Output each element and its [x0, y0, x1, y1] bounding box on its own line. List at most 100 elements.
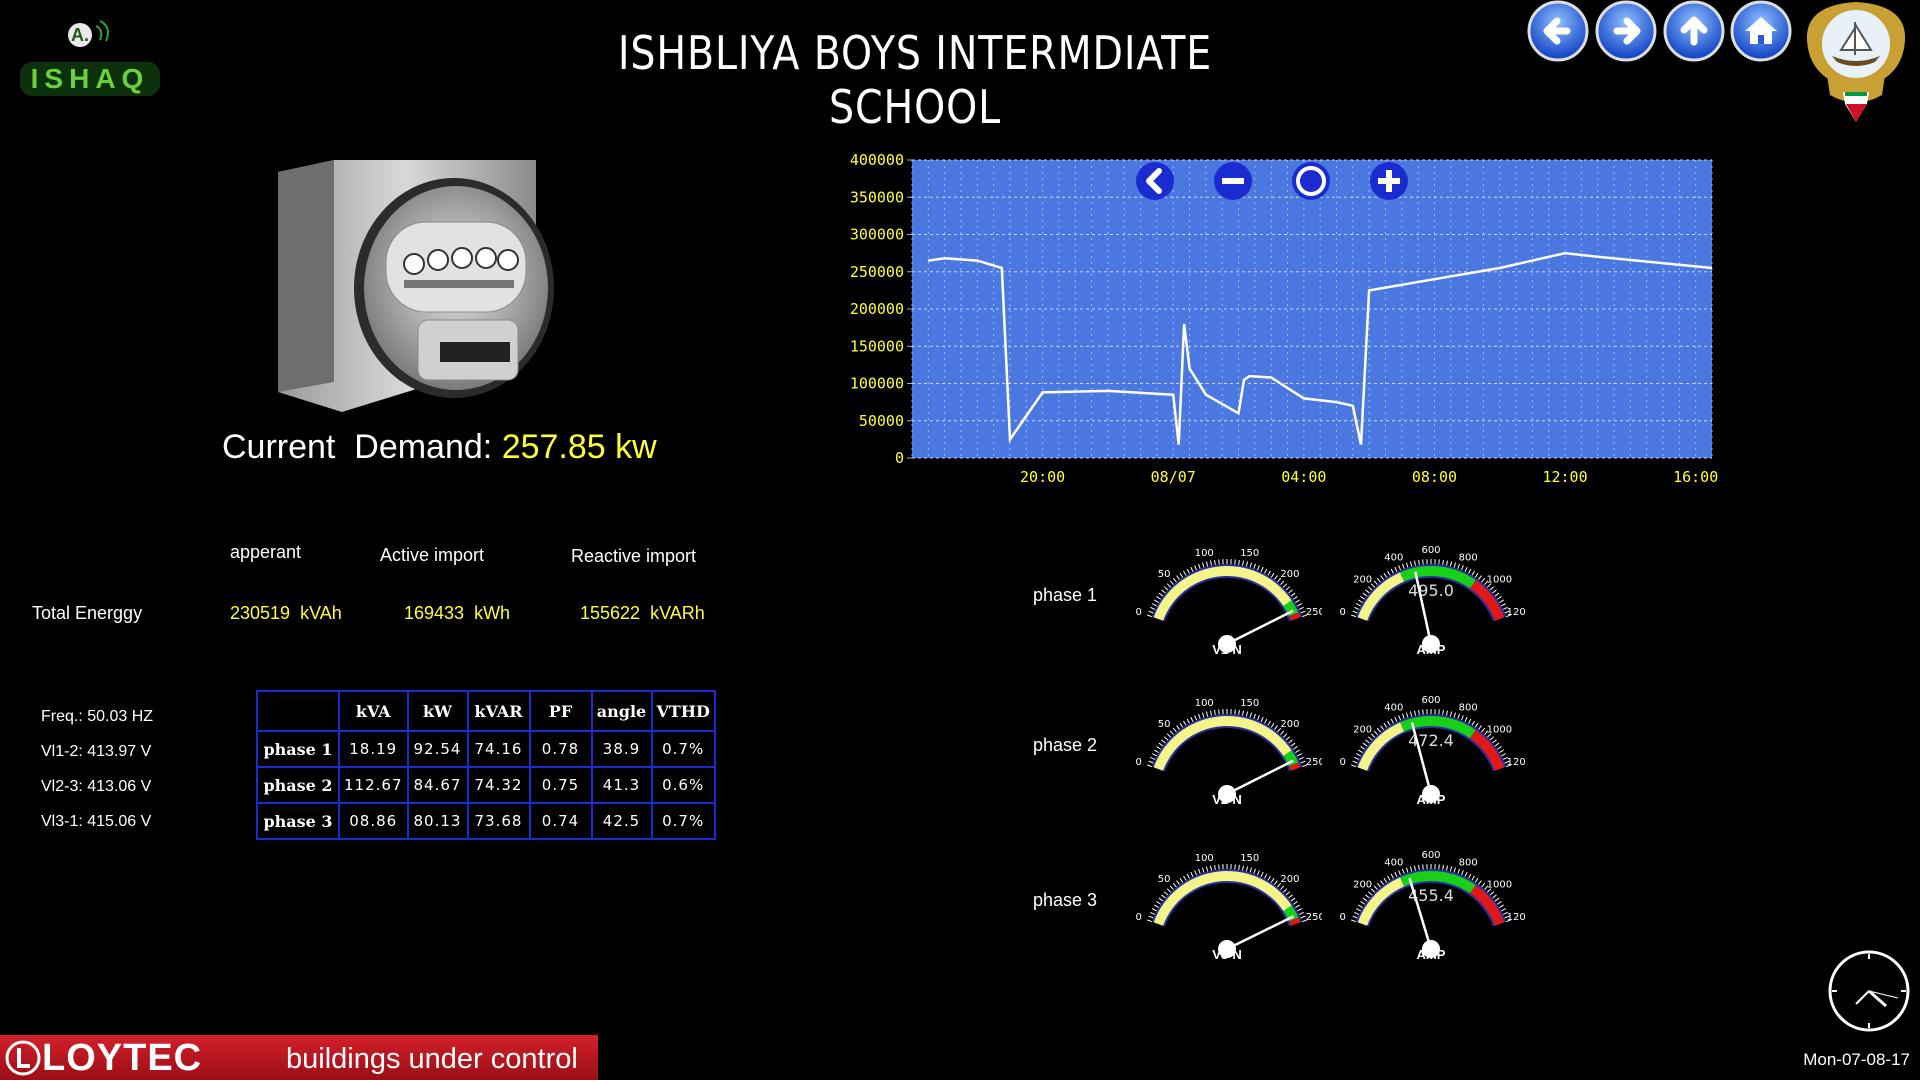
gauge-tick — [1390, 568, 1394, 574]
gauge-tick — [1176, 880, 1180, 885]
chart-x-tick-label: 08/07 — [1151, 468, 1196, 486]
gauge-tick — [1398, 715, 1401, 721]
forward-button[interactable] — [1595, 0, 1657, 62]
gauge-tick — [1394, 871, 1398, 877]
chart-y-tick-label: 300000 — [850, 226, 904, 244]
home-button[interactable] — [1730, 0, 1792, 62]
gauge-tick — [1214, 709, 1216, 715]
gauge-tick — [1179, 722, 1184, 728]
gauge-tick-label: 1000 — [1487, 724, 1512, 735]
gauge-tick — [1257, 565, 1260, 571]
energy-active-value: 169433 kWh — [404, 603, 511, 623]
gauge-tick — [1449, 561, 1453, 567]
gauge-tick — [1461, 715, 1464, 721]
gauge-tick — [1253, 713, 1256, 719]
gauge-tick-label: 1200 — [1507, 757, 1526, 768]
gauge-tick — [1300, 610, 1306, 614]
gauge-tick — [1154, 904, 1159, 908]
gauge-tick — [1158, 592, 1164, 597]
gauge-tick — [1352, 915, 1358, 919]
clock-icon — [1828, 950, 1910, 1032]
gauge-tick — [1492, 589, 1497, 594]
gauge-tick — [1274, 725, 1278, 730]
chart-back-button[interactable] — [1134, 160, 1176, 202]
gauge-tick — [1150, 606, 1156, 610]
chart-y-tick-label: 200000 — [850, 300, 904, 318]
gauge-tick — [1245, 561, 1249, 567]
gauge-tick-label: 200 — [1353, 879, 1372, 890]
gauge-tick — [1169, 580, 1174, 585]
chart-zoom-in-button[interactable] — [1368, 160, 1410, 202]
chart-y-tick-label: 50000 — [859, 412, 904, 430]
gauge-tick — [1402, 868, 1405, 874]
gauge-tick — [1402, 713, 1405, 719]
gauge-tick — [1205, 866, 1209, 872]
gauge-tick — [1245, 711, 1249, 717]
table-header: angle — [590, 690, 653, 732]
total-energy-label: Total Energgy — [32, 603, 143, 623]
gauge-tick — [1387, 570, 1391, 576]
gauge-tick — [1350, 614, 1356, 618]
table-cell: 38.9 — [590, 730, 653, 768]
current-gauge-phase-3: 020040060080010001200455.4AMP — [1339, 850, 1526, 962]
gauge-tick — [1373, 730, 1378, 735]
gauge-tick — [1151, 603, 1157, 607]
gauge-tick — [1169, 885, 1174, 890]
chart-zoom-out-button[interactable] — [1212, 160, 1254, 202]
voltage-l3-l1: Vl3-1: 415.06 V — [41, 813, 152, 830]
gauge-tick — [1201, 562, 1205, 568]
gauge-tick-label: 0 — [1135, 757, 1141, 768]
gauge-tick — [1365, 739, 1370, 744]
gauge-tick-label: 200 — [1280, 874, 1299, 885]
gauge-tick — [1358, 749, 1363, 753]
gauge-tick — [1354, 911, 1360, 915]
voltage-l2-l3: Vl2-3: 413.06 V — [41, 778, 152, 795]
gauge-tick — [1161, 894, 1166, 899]
gauge-tick — [1474, 572, 1479, 578]
table-cell: 0.75 — [528, 766, 593, 804]
gauge-tick-label: 150 — [1240, 548, 1259, 559]
table-row: phase 3 08.86 80.13 73.68 0.74 42.5 0.7% — [256, 802, 716, 840]
gauge-tick — [1179, 877, 1184, 883]
gauge-tick — [1442, 864, 1444, 870]
gauge-tick — [1300, 915, 1306, 919]
gauge-tick — [1453, 867, 1457, 873]
phase-1-label: phase 1 — [1033, 585, 1098, 605]
up-button[interactable] — [1663, 0, 1725, 62]
gauge-tick — [1409, 866, 1413, 872]
chart-y-tick-label: 100000 — [850, 375, 904, 393]
gauge-tick — [1471, 720, 1475, 726]
gauge-tick — [1209, 710, 1212, 716]
gauge-tick-label: 0 — [1135, 607, 1141, 618]
gauge-tick — [1300, 760, 1306, 764]
table-cell: 42.5 — [590, 802, 653, 840]
gauge-tick — [1293, 746, 1298, 750]
gauge-tick — [1198, 563, 1201, 569]
gauge-tick — [1449, 866, 1453, 872]
table-header: VTHD — [650, 690, 716, 732]
gauge-tick — [1468, 718, 1472, 724]
gauge-readout: 495.0 — [1408, 581, 1454, 600]
gauge-tick — [1449, 711, 1453, 717]
gauge-tick — [1205, 561, 1209, 567]
gauge-tick — [1297, 603, 1303, 607]
gauge-tick — [1464, 566, 1468, 572]
gauge-tick — [1453, 562, 1457, 568]
gauge-tick — [1290, 742, 1296, 747]
demand-trend-chart[interactable]: 400000 350000 300000 250000 200000 150000 1000… — [820, 150, 1740, 490]
gauge-label: AMP — [1417, 642, 1446, 657]
table-cell: 74.16 — [466, 730, 531, 768]
gauge-tick — [1214, 864, 1216, 870]
gauge-tick — [1355, 603, 1361, 607]
gauge-tick-label: 800 — [1459, 858, 1478, 869]
gauge-tick-label: 200 — [1353, 574, 1372, 585]
back-button[interactable] — [1527, 0, 1589, 62]
electric-meter-image — [268, 152, 568, 414]
gauge-tick — [1489, 891, 1495, 896]
gauge-tick — [1405, 562, 1409, 568]
gauge-tick — [1242, 560, 1245, 566]
chart-reset-button[interactable] — [1290, 160, 1332, 202]
gauge-tick — [1288, 589, 1293, 594]
gauge-tick-label: 0 — [1339, 757, 1345, 768]
current-demand-label: Current Demand: — [222, 428, 493, 466]
